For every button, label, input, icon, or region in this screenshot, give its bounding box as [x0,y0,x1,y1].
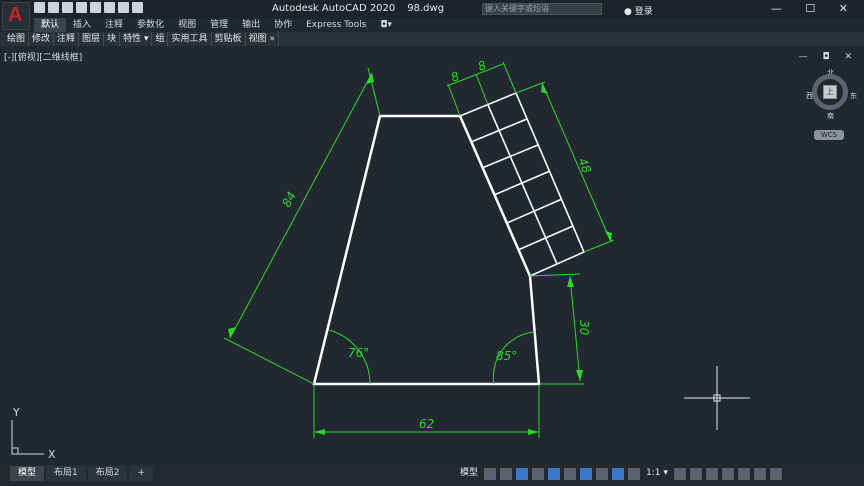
dimension-arrows [228,73,612,435]
clean-screen-icon[interactable] [753,467,766,480]
ucs-icon [11,420,44,455]
bottom-bar: 模型 布局1 布局2 + 模型 1:1 ▾ [0,463,864,486]
isodraft-icon[interactable] [548,467,561,480]
dim-8-label-b: 8 [476,58,489,74]
angle-85-label: 85° [496,349,517,363]
grid-row-line [517,225,574,251]
viewcube-west[interactable]: 西 [806,91,813,101]
angle-76-label: 76° [348,346,369,360]
add-layout-button[interactable]: + [129,466,154,481]
dim-line-84 [229,72,373,339]
crosshair-cursor [684,366,750,430]
viewcube[interactable]: 北 上 西 东 南 WCS [806,68,857,148]
ortho-icon[interactable] [516,467,529,480]
ucs-x-label: X [48,448,56,461]
layout-tabs: 模型 布局1 布局2 + [10,466,154,481]
drawing-canvas[interactable]: 84 8 8 48 30 62 76° 85° Y X [0,0,864,486]
annotation-monitor-icon[interactable] [689,467,702,480]
annotation-visibility-icon[interactable] [612,467,625,480]
lineweight-icon[interactable] [596,467,609,480]
tab-model[interactable]: 模型 [10,466,45,481]
object-snap-tracking-icon[interactable] [580,467,593,480]
tab-layout2[interactable]: 布局2 [87,466,128,481]
auto-scale-icon[interactable] [628,467,641,480]
viewcube-south[interactable]: 南 [827,111,834,121]
viewcube-east[interactable]: 东 [850,91,857,101]
snap-icon[interactable] [500,467,513,480]
grid-icon[interactable] [484,467,497,480]
dimension-labels: 84 8 8 48 30 62 76° 85° [279,58,594,431]
main-outline [312,114,541,386]
workspace-gear-icon[interactable] [673,467,686,480]
object-snap-icon[interactable] [564,467,577,480]
units-icon[interactable] [705,467,718,480]
status-bar: 模型 1:1 ▾ [458,466,782,481]
dim-30-label: 30 [577,320,591,336]
dim-8-label-a: 8 [449,69,462,85]
grid-row-line [506,198,563,224]
customization-menu-icon[interactable] [769,467,782,480]
viewcube-top-face[interactable]: 上 [823,85,837,99]
grid-row-line [493,170,551,196]
quick-properties-icon[interactable] [721,467,734,480]
drawing-geometry [312,114,541,386]
ucs-y-label: Y [12,406,20,419]
annotation-scale[interactable]: 1:1 ▾ [644,466,670,481]
grid-row-line [481,144,539,169]
polar-icon[interactable] [532,467,545,480]
grid-divider [487,104,558,265]
dim-62-label: 62 [419,417,434,431]
grid-block [458,91,586,278]
isolate-objects-icon[interactable] [737,467,750,480]
model-space-button[interactable]: 模型 [458,466,480,481]
tab-layout1[interactable]: 布局1 [46,466,86,481]
grid-row-line [470,118,528,143]
dim-84-label: 84 [279,189,299,209]
wcs-menu[interactable]: WCS [814,130,844,140]
dimensions [223,61,615,438]
dim-48-label: 48 [575,156,594,176]
